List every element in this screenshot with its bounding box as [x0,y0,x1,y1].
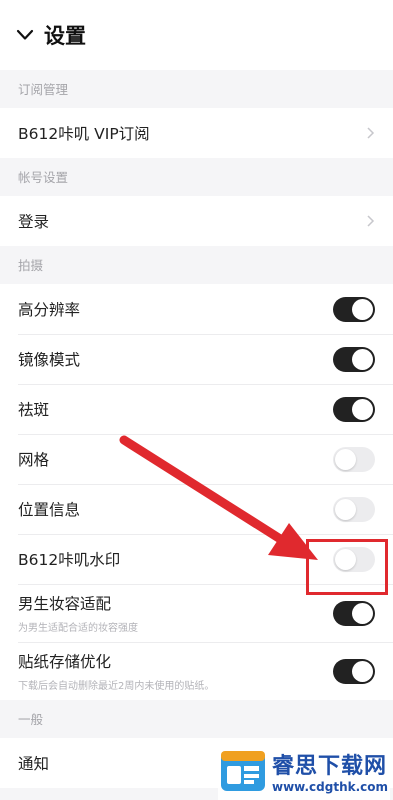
watermark-url: www.cdgthk.com [272,780,389,794]
site-logo-icon [221,751,265,791]
annotation-arrow [119,435,318,560]
watermark-brand: 睿思下载网 [272,754,388,779]
annotation-highlight-box [306,539,388,595]
watermark-text: 睿思下载网 www.cdgthk.com [272,748,388,794]
site-watermark: 睿思下载网 www.cdgthk.com [218,742,390,800]
